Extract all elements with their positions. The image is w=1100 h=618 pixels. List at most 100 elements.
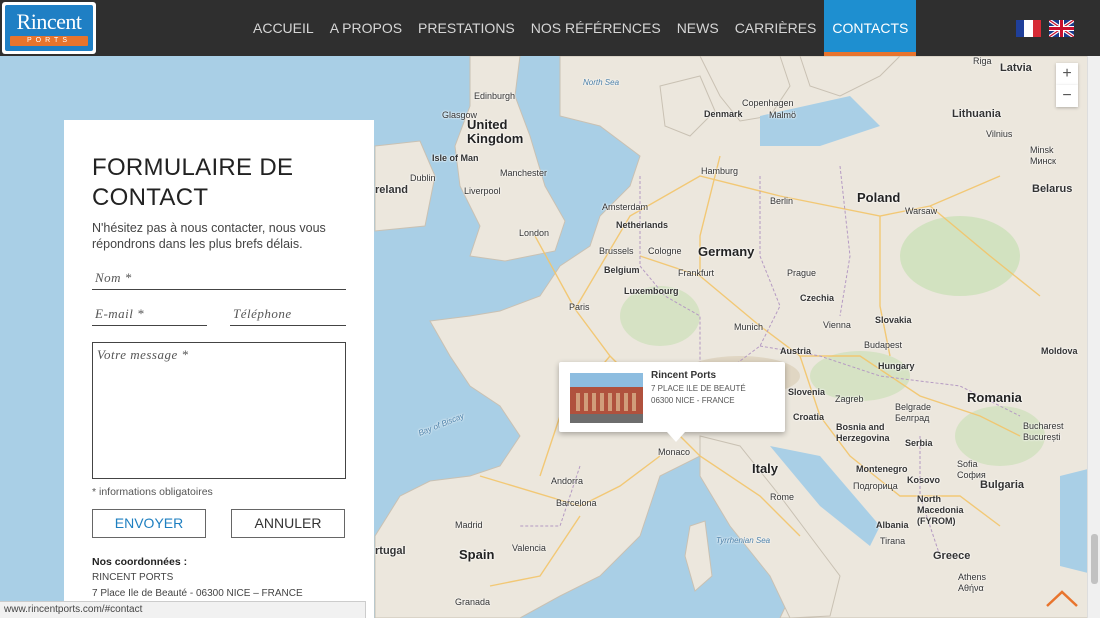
map-label: Malmö: [769, 110, 797, 120]
map-label: Tirana: [880, 536, 906, 546]
map-label: Tyrrhenian Sea: [716, 536, 771, 545]
logo-sub: PORTS: [10, 36, 88, 46]
name-field[interactable]: [92, 266, 346, 290]
coords-address: 7 Place Ile de Beauté - 06300 NICE – FRA…: [92, 588, 303, 599]
map-label: Liverpool: [464, 186, 501, 196]
map-label: Kosovo: [907, 475, 941, 485]
form-title-line1: FORMULAIRE DE: [92, 154, 294, 181]
nav-item-references[interactable]: NOS RÉFÉRENCES: [523, 0, 669, 56]
form-title: FORMULAIRE DE CONTACT: [92, 153, 332, 213]
map-label: Croatia: [793, 412, 825, 422]
form-intro: N'hésitez pas à nous contacter, nous vou…: [92, 221, 326, 251]
map-label: Barcelona: [556, 498, 597, 508]
map-label: Hamburg: [701, 166, 739, 176]
map-label: Netherlands: [616, 220, 669, 230]
contact-form-panel: FORMULAIRE DE CONTACT N'hésitez pas à no…: [64, 120, 374, 618]
scroll-thumb[interactable]: [1091, 534, 1098, 584]
map-label: Valencia: [512, 543, 546, 553]
nav-item-prestations[interactable]: PRESTATIONS: [410, 0, 523, 56]
coords-title: Nos coordonnées :: [92, 556, 188, 568]
map-label: Madrid: [455, 520, 483, 530]
map-label: Montenegro: [856, 464, 908, 474]
map-label: Cologne: [648, 246, 682, 256]
map-label: Frankfurt: [678, 268, 715, 278]
map-info-window[interactable]: Rincent Ports 7 PLACE ILE DE BEAUTÉ 0630…: [559, 362, 785, 442]
nav-item-news[interactable]: NEWS: [669, 0, 727, 56]
map-label: Amsterdam: [602, 202, 649, 212]
info-title: Rincent Ports: [651, 370, 717, 381]
map-label: Slovakia: [875, 315, 912, 325]
map-label: Munich: [734, 322, 764, 332]
map-label: Zagreb: [835, 394, 864, 404]
map-label: Prague: [787, 268, 817, 278]
info-address-line1: 7 PLACE ILE DE BEAUTÉ: [651, 384, 746, 393]
logo-badge: Rincent PORTS: [5, 5, 93, 51]
map-label: Germany: [698, 244, 755, 259]
map-label: Warsaw: [905, 206, 938, 216]
map-label: Isle of Man: [432, 153, 479, 163]
map-label: Luxembourg: [624, 286, 679, 296]
map-label: Albania: [876, 520, 909, 530]
map-label: Glasgow: [442, 110, 478, 120]
map-label: Italy: [752, 461, 779, 476]
nav-item-carrieres[interactable]: CARRIÈRES: [727, 0, 825, 56]
flag-fr-icon[interactable]: [1016, 20, 1041, 37]
map-label: Berlin: [770, 196, 794, 206]
map-label: Lithuania: [952, 108, 1001, 120]
form-title-line2: CONTACT: [92, 184, 209, 211]
send-button[interactable]: ENVOYER: [92, 509, 206, 538]
map-label: Paris: [569, 302, 590, 312]
cancel-button[interactable]: ANNULER: [231, 509, 345, 538]
top-nav: Rincent PORTS ACCUEIL A PROPOS PRESTATIO…: [0, 0, 1100, 56]
map-label: Belarus: [1032, 183, 1073, 195]
map-label: Slovenia: [788, 387, 826, 397]
info-address-line2: 06300 NICE - FRANCE: [651, 396, 735, 405]
map-label: Manchester: [500, 168, 548, 178]
map-label: Moldova: [1041, 346, 1078, 356]
map-label: Vilnius: [986, 129, 1013, 139]
map-label: Budapest: [864, 340, 903, 350]
map-label: Bulgaria: [980, 479, 1025, 491]
map-label: Denmark: [704, 109, 743, 119]
browser-status-url: www.rincentports.com/#contact: [0, 601, 366, 618]
zoom-in-button[interactable]: +: [1056, 63, 1078, 85]
map-label: Vienna: [823, 320, 851, 330]
building-photo: [570, 373, 643, 423]
nav-item-a-propos[interactable]: A PROPOS: [322, 0, 410, 56]
map-label: Edinburgh: [474, 91, 516, 101]
map-label: Greece: [933, 550, 971, 562]
main-menu: ACCUEIL A PROPOS PRESTATIONS NOS RÉFÉREN…: [245, 0, 917, 56]
map-label: Riga: [973, 56, 992, 66]
coords-company: RINCENT PORTS: [92, 572, 174, 583]
map-label: Romania: [967, 390, 1022, 405]
map-label: Granada: [455, 597, 491, 607]
map-label: Latvia: [1000, 62, 1032, 74]
map-label: London: [519, 228, 550, 238]
phone-field[interactable]: [230, 302, 346, 326]
map-label: Monaco: [658, 447, 691, 457]
map-label: Hungary: [878, 361, 915, 371]
map-label: North Sea: [583, 78, 620, 87]
nav-item-accueil[interactable]: ACCUEIL: [245, 0, 322, 56]
map-label: Poland: [857, 190, 901, 205]
map-label: Brussels: [599, 246, 634, 256]
logo-word: Rincent: [16, 9, 82, 34]
map-label: Belgium: [604, 265, 640, 275]
map-label: Spain: [459, 547, 495, 562]
zoom-out-button[interactable]: −: [1056, 85, 1078, 107]
map-label: Dublin: [410, 173, 436, 183]
page-scrollbar[interactable]: [1087, 56, 1100, 618]
map-label: Rome: [770, 492, 795, 502]
required-note: * informations obligatoires: [92, 486, 213, 498]
email-field[interactable]: [92, 302, 207, 326]
back-to-top-icon[interactable]: [1044, 586, 1080, 610]
message-field[interactable]: [92, 342, 346, 479]
map-label: Serbia: [905, 438, 933, 448]
nav-item-contacts[interactable]: CONTACTS: [824, 0, 917, 56]
flag-uk-icon[interactable]: [1049, 20, 1074, 37]
logo[interactable]: Rincent PORTS: [2, 2, 96, 54]
map-label: Copenhagen: [742, 98, 794, 108]
map-label: Austria: [780, 346, 812, 356]
map-label: Andorra: [551, 476, 584, 486]
map-label: Czechia: [800, 293, 835, 303]
